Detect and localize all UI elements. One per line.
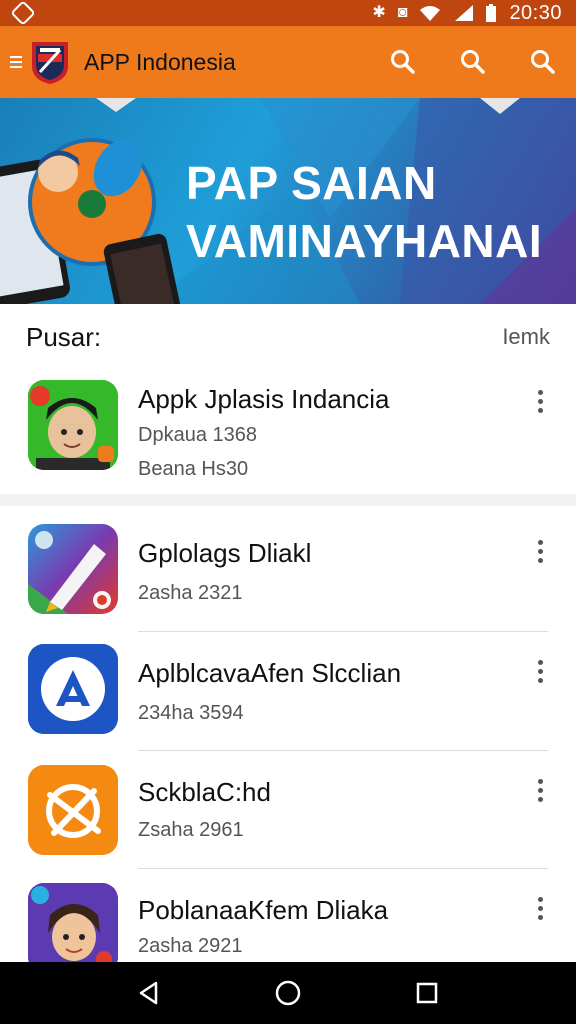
app-meta: 2asha 2921 [138,935,243,957]
search-icon [461,50,485,74]
section-more-link[interactable]: Iemk [502,324,550,350]
banner-line-1: PAP SAIAN [186,157,437,209]
more-options-icon[interactable] [528,891,552,925]
app-icon-character [28,883,118,973]
app-name: SckblaC:hd [138,777,271,807]
search-button-2[interactable] [454,43,492,81]
system-nav-bar [0,962,576,1024]
notification-icon [10,0,36,26]
home-button[interactable] [268,973,308,1013]
app-name: AplblcavaAfen Slcclian [138,658,402,688]
banner-line-2: VAMINAYHANAI [186,215,543,267]
featured-app-meta-1: Dpkaua 1368 [138,424,257,446]
back-icon [140,981,158,1005]
search-icon [531,50,555,74]
battery-icon [486,4,497,22]
app-row-1[interactable]: Gplolags Dliakl 2asha 2321 [0,512,576,632]
search-button-3[interactable] [524,43,562,81]
banner-headline: PAP SAIAN VAMINAYHANAI [186,154,542,270]
featured-app-row[interactable]: Appk Jplasis Indancia Dpkaua 1368 Beana … [0,370,576,488]
section-title: Pusar: [26,321,102,352]
featured-app-icon [28,380,118,470]
section-gap [0,494,576,506]
menu-icon[interactable] [10,56,22,68]
app-bar-actions [384,43,562,81]
search-icon [391,50,415,74]
status-bar: ✱ ◙ 20:30 [0,0,576,26]
more-options-icon[interactable] [528,773,552,807]
featured-app-name: Appk Jplasis Indancia [138,384,390,414]
section-header: Pusar: Iemk [0,304,576,370]
back-button[interactable] [129,973,169,1013]
app-title: APP Indonesia [84,48,236,75]
vibrate-icon: ◙ [397,4,408,21]
app-meta: Zsaha 2961 [138,819,244,841]
home-icon [275,980,301,1006]
recents-button[interactable] [407,973,447,1013]
app-row-2[interactable]: AplblcavaAfen Slcclian 234ha 3594 [0,632,576,751]
app-row-3[interactable]: SckblaC:hd Zsaha 2961 [0,751,576,869]
featured-section: Pusar: Iemk Appk Jplasis Indancia Dpkaua… [0,304,576,494]
app-icon-pen [28,524,118,614]
status-icons: ✱ ◙ 20:30 [372,2,562,25]
app-icon-a [28,644,118,734]
clock: 20:30 [509,1,562,24]
promo-banner[interactable]: PAP SAIAN VAMINAYHANAI [0,98,576,304]
featured-app-meta-2: Beana Hs30 [138,458,249,480]
more-options-icon[interactable] [528,534,552,568]
app-name: Gplolags Dliakl [138,538,312,568]
app-name: PoblanaaKfem Dliaka [138,895,389,925]
bluetooth-icon: ✱ [372,4,386,21]
more-options-icon[interactable] [528,654,552,688]
search-button[interactable] [384,43,422,81]
app-bar: APP Indonesia [0,26,576,98]
app-logo [32,42,68,84]
signal-icon [455,5,474,21]
recents-icon [416,982,437,1004]
app-meta: 2asha 2321 [138,582,243,604]
app-icon-orange [28,765,118,855]
wifi-icon [420,6,441,21]
app-meta: 234ha 3594 [138,702,244,724]
more-options-icon[interactable] [528,384,552,418]
